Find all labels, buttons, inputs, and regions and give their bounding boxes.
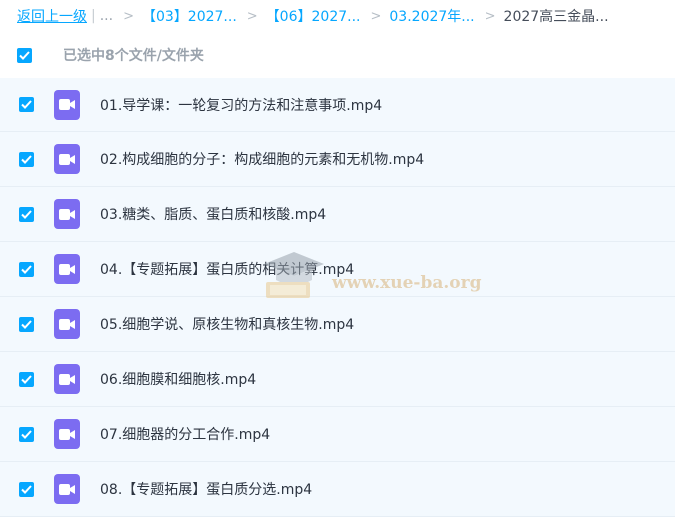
breadcrumb-item-2027[interactable]: 03.2027年...: [389, 6, 474, 26]
file-row[interactable]: 08.【专题拓展】蛋白质分选.mp4: [0, 462, 675, 517]
checkmark-icon: [21, 319, 32, 329]
chevron-right-icon: >: [246, 8, 258, 24]
selection-header: 已选中8个文件/文件夹: [0, 32, 675, 78]
file-list: 01.导学课：一轮复习的方法和注意事项.mp4 02.构成细胞的分子：构成细胞的…: [0, 78, 675, 517]
file-name[interactable]: 07.细胞器的分工合作.mp4: [100, 424, 270, 444]
breadcrumb-item-06[interactable]: 【06】2027...: [266, 6, 361, 26]
file-checkbox[interactable]: [19, 261, 34, 277]
checkmark-icon: [21, 154, 32, 164]
chevron-right-icon: >: [484, 8, 496, 24]
breadcrumb-ellipsis[interactable]: ...: [100, 8, 113, 24]
file-row[interactable]: 03.糖类、脂质、蛋白质和核酸.mp4: [0, 187, 675, 242]
select-all-checkbox[interactable]: [17, 47, 32, 63]
checkmark-icon: [21, 374, 32, 384]
video-file-icon: [54, 419, 80, 449]
back-link[interactable]: 返回上一级: [17, 6, 87, 26]
video-file-icon: [54, 309, 80, 339]
file-row[interactable]: 02.构成细胞的分子：构成细胞的元素和无机物.mp4: [0, 132, 675, 187]
checkmark-icon: [21, 264, 32, 274]
checkmark-icon: [19, 50, 30, 60]
video-file-icon: [54, 254, 80, 284]
breadcrumb-item-03[interactable]: 【03】2027...: [142, 6, 237, 26]
video-file-icon: [54, 89, 80, 120]
selection-count-label: 已选中8个文件/文件夹: [63, 48, 204, 64]
file-checkbox[interactable]: [19, 426, 34, 442]
file-row[interactable]: 07.细胞器的分工合作.mp4: [0, 407, 675, 462]
file-row[interactable]: 06.细胞膜和细胞核.mp4: [0, 352, 675, 407]
file-name[interactable]: 04.【专题拓展】蛋白质的相关计算.mp4: [100, 259, 354, 279]
file-checkbox[interactable]: [19, 371, 34, 387]
breadcrumb-separator: |: [91, 8, 96, 24]
file-name[interactable]: 02.构成细胞的分子：构成细胞的元素和无机物.mp4: [100, 149, 424, 169]
breadcrumb-current: 2027高三金晶...: [503, 9, 609, 25]
checkmark-icon: [21, 484, 32, 494]
file-checkbox[interactable]: [19, 151, 34, 167]
file-name[interactable]: 01.导学课：一轮复习的方法和注意事项.mp4: [100, 95, 382, 115]
chevron-right-icon: >: [123, 8, 134, 24]
video-file-icon: [54, 364, 80, 394]
file-checkbox[interactable]: [19, 97, 34, 112]
chevron-right-icon: >: [370, 8, 382, 24]
checkmark-icon: [21, 429, 32, 439]
file-name[interactable]: 03.糖类、脂质、蛋白质和核酸.mp4: [100, 204, 326, 224]
file-name[interactable]: 08.【专题拓展】蛋白质分选.mp4: [100, 479, 312, 499]
file-checkbox[interactable]: [19, 206, 34, 222]
file-name[interactable]: 05.细胞学说、原核生物和真核生物.mp4: [100, 314, 354, 334]
file-row[interactable]: 01.导学课：一轮复习的方法和注意事项.mp4: [0, 78, 675, 132]
video-file-icon: [54, 474, 80, 504]
video-file-icon: [54, 144, 80, 174]
file-row[interactable]: 05.细胞学说、原核生物和真核生物.mp4: [0, 297, 675, 352]
file-checkbox[interactable]: [19, 316, 34, 332]
checkmark-icon: [21, 209, 32, 219]
file-row[interactable]: 04.【专题拓展】蛋白质的相关计算.mp4: [0, 242, 675, 297]
file-checkbox[interactable]: [19, 481, 34, 497]
checkmark-icon: [21, 100, 32, 109]
file-name[interactable]: 06.细胞膜和细胞核.mp4: [100, 369, 256, 389]
video-file-icon: [54, 199, 80, 229]
breadcrumb: 返回上一级 | ... > 【03】2027... > 【06】2027... …: [0, 0, 675, 32]
